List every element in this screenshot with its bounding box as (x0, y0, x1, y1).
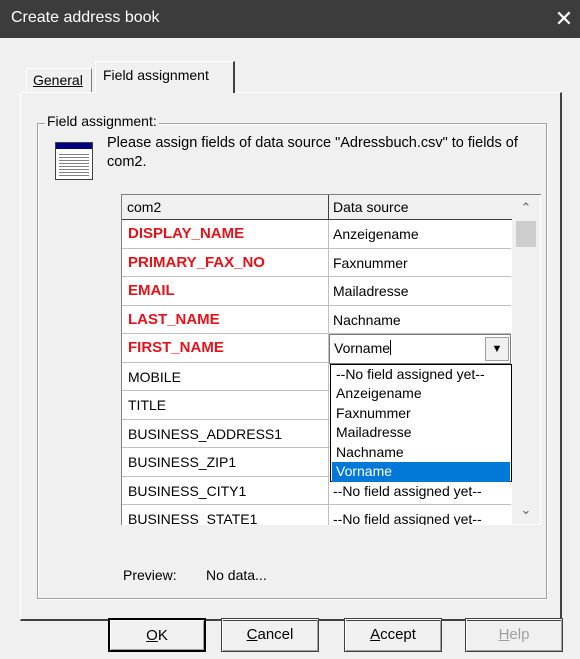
data-source-cell[interactable]: Mailadresse (329, 277, 511, 306)
dropdown-arrow-icon[interactable]: ▼ (485, 337, 509, 361)
dropdown-list: --No field assigned yet-- Anzeigename Faxn… (330, 364, 512, 482)
close-icon[interactable]: ✕ (548, 2, 580, 36)
table-row[interactable]: DISPLAY_NAME Anzeigename (122, 220, 511, 249)
group-title: Field assignment: (45, 113, 159, 129)
dropdown-option[interactable]: Nachname (332, 443, 510, 463)
scroll-down-icon[interactable]: ⌄ (512, 497, 540, 523)
column-header-com2[interactable]: com2 (122, 195, 329, 220)
field-name-cell: PRIMARY_FAX_NO (122, 248, 329, 277)
field-name-cell: EMAIL (122, 277, 329, 306)
ok-button[interactable]: OK (108, 618, 206, 652)
scroll-thumb[interactable] (516, 221, 536, 247)
field-name-cell: LAST_NAME (122, 305, 329, 334)
cancel-button[interactable]: Cancel (221, 618, 319, 652)
field-name-cell: BUSINESS_ZIP1 (122, 448, 329, 477)
data-source-cell[interactable]: --No field assigned yet-- (329, 505, 511, 525)
field-name-cell: MOBILE (122, 362, 329, 391)
dropdown-option[interactable]: Faxnummer (332, 404, 510, 424)
help-button: Help (465, 618, 563, 652)
tab-field-assignment-label: Field assignment (103, 67, 209, 83)
table-row[interactable]: BUSINESS_STATE1 --No field assigned yet-- (122, 505, 511, 525)
data-source-cell[interactable]: Faxnummer (329, 249, 511, 277)
dropdown-option[interactable]: Mailadresse (332, 423, 510, 443)
table-icon (55, 142, 93, 180)
table-row[interactable]: PRIMARY_FAX_NO Faxnummer (122, 248, 511, 277)
field-name-cell: FIRST_NAME (122, 334, 329, 363)
data-source-cell[interactable]: Anzeigename (329, 220, 511, 249)
window-title: Create address book (11, 9, 160, 26)
column-header-data-source[interactable]: Data source (329, 195, 512, 220)
dropdown-option[interactable]: --No field assigned yet-- (332, 365, 510, 385)
field-name-cell: DISPLAY_NAME (122, 220, 329, 249)
accept-button[interactable]: Accept (344, 618, 442, 652)
preview-label: Preview: (123, 567, 177, 583)
tab-field-assignment[interactable]: Field assignment (95, 61, 235, 93)
field-name-cell: BUSINESS_STATE1 (122, 505, 329, 525)
preview-value: No data... (206, 567, 267, 583)
data-source-combobox[interactable]: Vorname ▼ (329, 334, 511, 364)
data-source-cell[interactable]: Nachname (329, 306, 511, 334)
dropdown-option[interactable]: Vorname (332, 462, 510, 482)
field-name-cell: TITLE (122, 391, 329, 420)
table-row[interactable]: EMAIL Mailadresse (122, 277, 511, 306)
vertical-scrollbar[interactable]: ⌃ ⌄ (512, 195, 540, 524)
dropdown-option[interactable]: Anzeigename (332, 384, 510, 404)
tab-general[interactable]: General (26, 68, 92, 92)
scroll-up-icon[interactable]: ⌃ (512, 195, 540, 221)
field-name-cell: BUSINESS_ADDRESS1 (122, 419, 329, 448)
title-bar: Create address book ✕ (0, 0, 580, 38)
table-row[interactable]: LAST_NAME Nachname (122, 305, 511, 334)
field-name-cell: BUSINESS_CITY1 (122, 476, 329, 505)
instruction-text: Please assign fields of data source "Adr… (107, 135, 518, 170)
tab-general-label: General (33, 72, 83, 88)
combobox-value: Vorname (334, 340, 392, 356)
